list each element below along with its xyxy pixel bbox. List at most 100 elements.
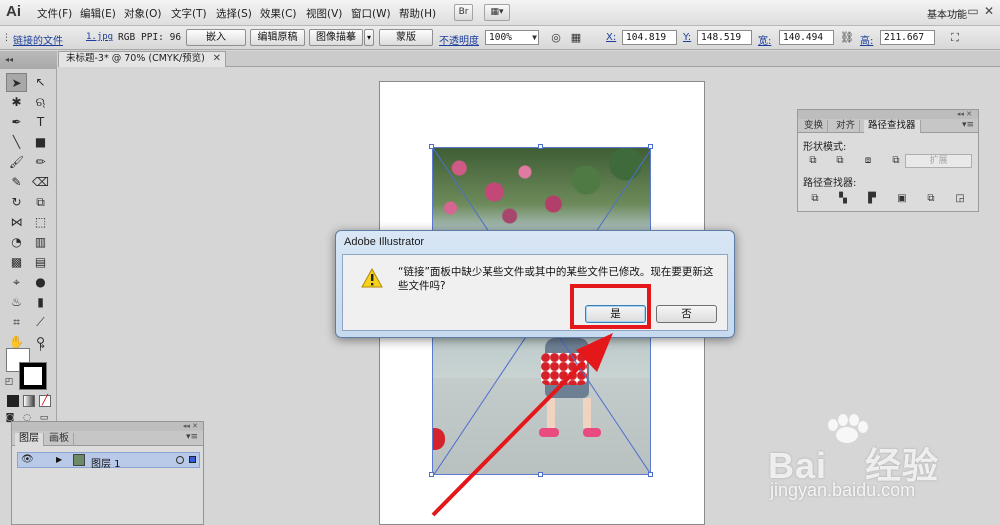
pathfinder-panel-grip[interactable]: ◂◂ ✕ — [798, 110, 978, 119]
menu-object[interactable]: 对象(O) — [124, 6, 161, 21]
trim-icon[interactable]: ▚ — [836, 193, 850, 205]
selection-tool-icon[interactable]: ➤ — [6, 73, 27, 92]
slice-tool-icon[interactable]: ⟋ — [30, 313, 51, 332]
layers-panel-grip[interactable]: ◂◂ ✕ — [12, 422, 203, 431]
selection-handle[interactable] — [648, 472, 653, 477]
eyedropper-tool-icon[interactable]: ⌖ — [6, 273, 27, 292]
blend-tool-icon[interactable]: ● — [30, 273, 51, 292]
menu-effect[interactable]: 效果(C) — [260, 6, 297, 21]
minus-front-icon[interactable]: ⧉ — [833, 155, 847, 167]
linked-file-link[interactable]: 链接的文件 — [13, 32, 63, 47]
x-label[interactable]: X: — [606, 32, 616, 43]
tools-panel-grip[interactable]: ◂◂ — [0, 51, 57, 69]
height-field[interactable]: 211.667 — [880, 30, 935, 45]
gradient-mode-button[interactable] — [23, 395, 35, 407]
restore-icon[interactable]: ▭ — [965, 3, 981, 19]
graph-tool-icon[interactable]: ▮ — [30, 293, 51, 312]
selection-handle[interactable] — [648, 144, 653, 149]
opacity-field[interactable]: 100% ▼ — [485, 30, 539, 45]
panel-menu-icon[interactable]: ▾≡ — [186, 432, 198, 442]
expand-triangle-icon[interactable]: ▶ — [56, 455, 62, 464]
symbol-sprayer-tool-icon[interactable]: ♨ — [6, 293, 27, 312]
merge-icon[interactable]: ▛ — [865, 193, 879, 205]
bridge-button[interactable]: Br — [454, 4, 473, 21]
tab-align[interactable]: 对齐 — [832, 120, 861, 133]
minus-back-icon[interactable]: ◲ — [953, 193, 967, 205]
expand-button[interactable]: 扩展 — [905, 154, 972, 168]
selection-handle[interactable] — [538, 144, 543, 149]
shape-builder-tool-icon[interactable]: ◔ — [6, 233, 27, 252]
perspective-grid-tool-icon[interactable]: ▥ — [30, 233, 51, 252]
menu-file[interactable]: 文件(F) — [37, 6, 72, 21]
width-label[interactable]: 宽: — [758, 32, 771, 47]
divide-icon[interactable]: ⧉ — [808, 193, 822, 205]
rectangle-tool-icon[interactable]: ■ — [30, 133, 51, 152]
link-proportions-icon[interactable]: ⛓ — [840, 31, 854, 45]
x-field[interactable]: 104.819 — [622, 30, 677, 45]
swap-fill-stroke-icon[interactable]: ↱ — [36, 343, 48, 355]
free-transform-tool-icon[interactable]: ⬚ — [30, 213, 51, 232]
menu-help[interactable]: 帮助(H) — [399, 6, 436, 21]
crop-icon[interactable]: ▣ — [895, 193, 909, 205]
selection-handle[interactable] — [429, 472, 434, 477]
gradient-tool-icon[interactable]: ▤ — [30, 253, 51, 272]
y-field[interactable]: 148.519 — [697, 30, 752, 45]
type-tool-icon[interactable]: T — [30, 113, 51, 132]
image-trace-dropdown[interactable]: ▾ — [364, 29, 374, 46]
layer-row[interactable]: 👁 ▶ 图层 1 — [17, 452, 200, 470]
rotate-tool-icon[interactable]: ↻ — [6, 193, 27, 212]
edit-original-button[interactable]: 编辑原稿 — [250, 29, 305, 46]
pencil-tool-icon[interactable]: ✏ — [30, 153, 51, 172]
menu-view[interactable]: 视图(V) — [306, 6, 342, 21]
default-colors-icon[interactable]: ◰ — [3, 376, 15, 388]
none-mode-button[interactable]: ╱ — [39, 395, 51, 407]
reference-point-icon[interactable]: ▦ — [566, 31, 586, 45]
width-tool-icon[interactable]: ⋈ — [6, 213, 27, 232]
arrange-documents-button[interactable]: ▦▾ — [484, 4, 510, 21]
recolor-icon[interactable]: ◎ — [545, 31, 567, 45]
direct-selection-tool-icon[interactable]: ↖ — [30, 73, 51, 92]
outline-icon[interactable]: ⧉ — [924, 193, 938, 205]
menu-select[interactable]: 选择(S) — [216, 6, 252, 21]
tab-artboards[interactable]: 画板 — [45, 433, 74, 446]
exclude-icon[interactable]: ⧉ — [889, 155, 903, 167]
unite-icon[interactable]: ⧉ — [806, 155, 820, 167]
mesh-tool-icon[interactable]: ▩ — [6, 253, 27, 272]
image-trace-button[interactable]: 图像描摹 — [309, 29, 363, 46]
width-field[interactable]: 140.494 — [779, 30, 834, 45]
opacity-label[interactable]: 不透明度 — [439, 32, 479, 47]
scale-tool-icon[interactable]: ⧉ — [30, 193, 51, 212]
pen-tool-icon[interactable]: ✒ — [6, 113, 27, 132]
transform-icon[interactable]: ⛶ — [948, 31, 962, 45]
close-icon[interactable]: ✕ — [981, 3, 997, 19]
intersect-icon[interactable]: ⧈ — [861, 155, 875, 167]
paintbrush-tool-icon[interactable]: 🖌 — [6, 153, 27, 172]
menu-edit[interactable]: 编辑(E) — [80, 6, 116, 21]
lasso-tool-icon[interactable]: ଋ — [30, 93, 51, 112]
embed-button[interactable]: 嵌入 — [186, 29, 246, 46]
eraser-tool-icon[interactable]: ⌫ — [30, 173, 51, 192]
y-label[interactable]: Y: — [683, 32, 691, 43]
menu-type[interactable]: 文字(T) — [171, 6, 207, 21]
blob-brush-tool-icon[interactable]: ✎ — [6, 173, 27, 192]
minimize-icon[interactable]: – — [950, 3, 966, 19]
selection-handle[interactable] — [538, 472, 543, 477]
menu-window[interactable]: 窗口(W) — [351, 6, 391, 21]
magic-wand-tool-icon[interactable]: ✱ — [6, 93, 27, 112]
line-tool-icon[interactable]: ╲ — [6, 133, 27, 152]
document-tab[interactable]: 未标题-3* @ 70% (CMYK/预览) ✕ — [58, 51, 226, 67]
tab-transform[interactable]: 变换 — [800, 120, 829, 133]
tab-pathfinder[interactable]: 路径查找器 — [864, 120, 921, 133]
layer-selection-color[interactable] — [189, 456, 196, 463]
color-mode-button[interactable] — [7, 395, 19, 407]
height-label[interactable]: 高: — [860, 32, 873, 47]
selection-handle[interactable] — [429, 144, 434, 149]
file-name-link[interactable]: 1.jpg — [86, 32, 113, 42]
panel-menu-icon[interactable]: ▾≡ — [962, 120, 974, 130]
no-button[interactable]: 否 — [656, 305, 717, 323]
stroke-swatch[interactable] — [19, 362, 47, 390]
close-icon[interactable]: ✕ — [213, 52, 221, 66]
visibility-eye-icon[interactable]: 👁 — [21, 454, 34, 465]
tab-layers[interactable]: 图层 — [15, 433, 44, 446]
mask-button[interactable]: 蒙版 — [379, 29, 433, 46]
